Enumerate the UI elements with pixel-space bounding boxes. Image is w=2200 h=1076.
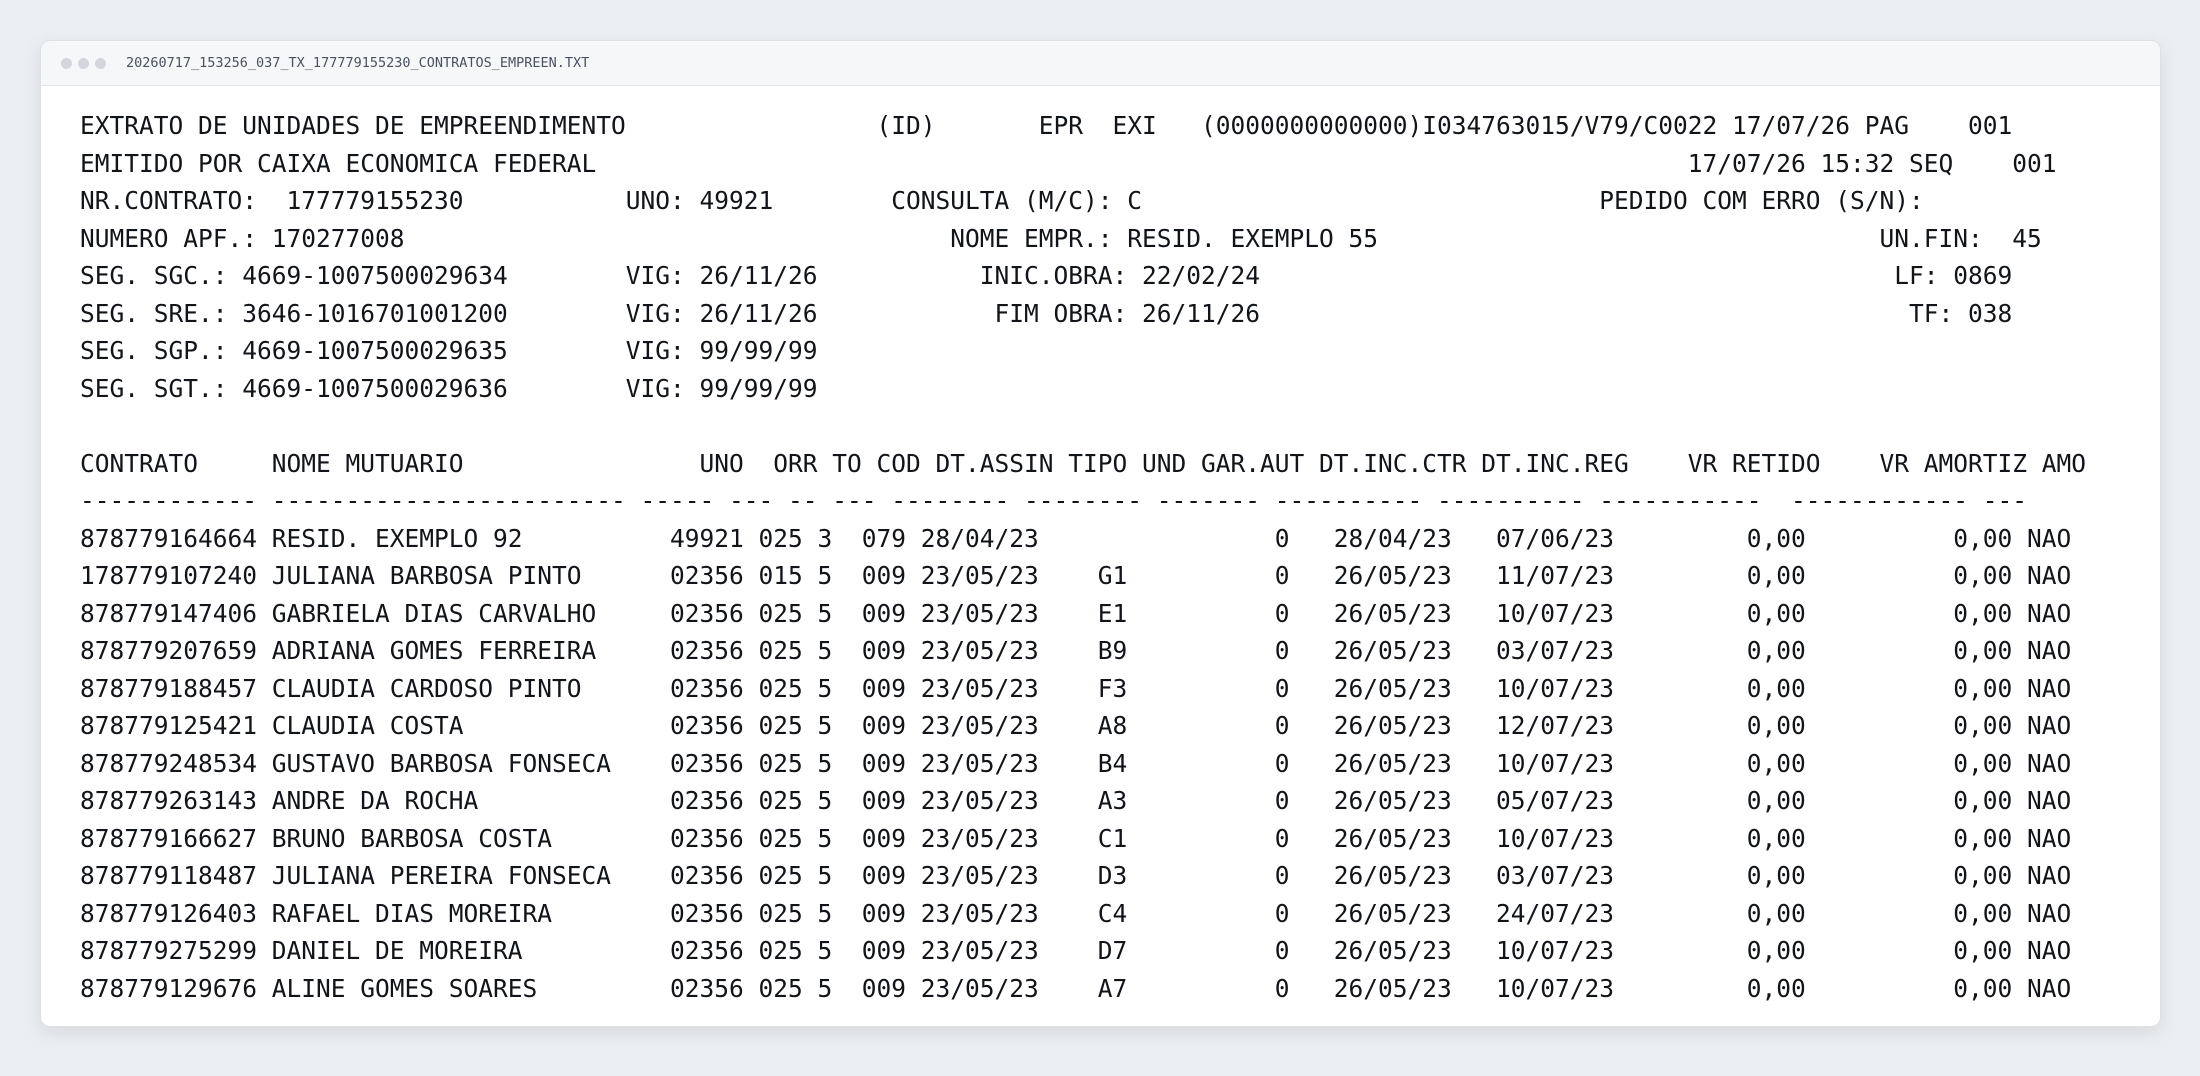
file-name-title: 20260717_153256_037_TX_177779155230_CONT… [126,55,590,71]
seg-sgc-line: SEG. SGC.: 4669-1007500029634 VIG: 26/11… [80,261,2013,290]
report-header-line-1: EXTRATO DE UNIDADES DE EMPREENDIMENTO (I… [80,111,2013,140]
report-text: EXTRATO DE UNIDADES DE EMPREENDIMENTO (I… [80,107,2140,1007]
seg-sre-line: SEG. SRE.: 3646-1016701001200 VIG: 26/11… [80,298,2013,328]
report-header-line-2: EMITIDO POR CAIXA ECONOMICA FEDERAL 17/0… [80,148,2057,178]
table-row: 878779126403 RAFAEL DIAS MOREIRA 02356 0… [80,898,2072,928]
table-row: 878779164664 RESID. EXEMPLO 92 49921 025… [80,523,2072,553]
table-row: 178779107240 JULIANA BARBOSA PINTO 02356… [80,561,2072,590]
table-row: 878779125421 CLAUDIA COSTA 02356 025 5 0… [80,711,2072,740]
table-row: 878779248534 GUSTAVO BARBOSA FONSECA 023… [80,748,2072,778]
table-row: 878779166627 BRUNO BARBOSA COSTA 02356 0… [80,823,2072,853]
seg-sgt-line: SEG. SGT.: 4669-1007500029636 VIG: 99/99… [80,373,818,403]
table-header-line: CONTRATO NOME MUTUARIO UNO ORR TO COD DT… [80,448,2087,478]
table-row: 878779129676 ALINE GOMES SOARES 02356 02… [80,973,2072,1003]
table-row: 878779207659 ADRIANA GOMES FERREIRA 0235… [80,636,2072,665]
window-minimize-dot-icon[interactable] [78,57,89,69]
table-row: 878779147406 GABRIELA DIAS CARVALHO 0235… [80,598,2072,628]
apf-info-line: NUMERO APF.: 170277008 NOME EMPR.: RESID… [80,223,2042,253]
window-titlebar: 20260717_153256_037_TX_177779155230_CONT… [41,41,2160,86]
table-row: 878779118487 JULIANA PEREIRA FONSECA 023… [80,861,2072,890]
report-viewport: EXTRATO DE UNIDADES DE EMPREENDIMENTO (I… [80,107,2140,1007]
table-row: 878779188457 CLAUDIA CARDOSO PINTO 02356… [80,673,2072,703]
seg-sgp-line: SEG. SGP.: 4669-1007500029635 VIG: 99/99… [80,336,818,365]
window-close-dot-icon[interactable] [61,57,72,69]
contract-info-line: NR.CONTRATO: 177779155230 UNO: 49921 CON… [80,186,1924,215]
window-maximize-dot-icon[interactable] [95,57,106,69]
table-separator-line: ------------ ------------------------ --… [80,486,2028,515]
document-window: 20260717_153256_037_TX_177779155230_CONT… [40,40,2161,1027]
table-row: 878779263143 ANDRE DA ROCHA 02356 025 5 … [80,786,2072,815]
table-row: 878779275299 DANIEL DE MOREIRA 02356 025… [80,936,2072,965]
